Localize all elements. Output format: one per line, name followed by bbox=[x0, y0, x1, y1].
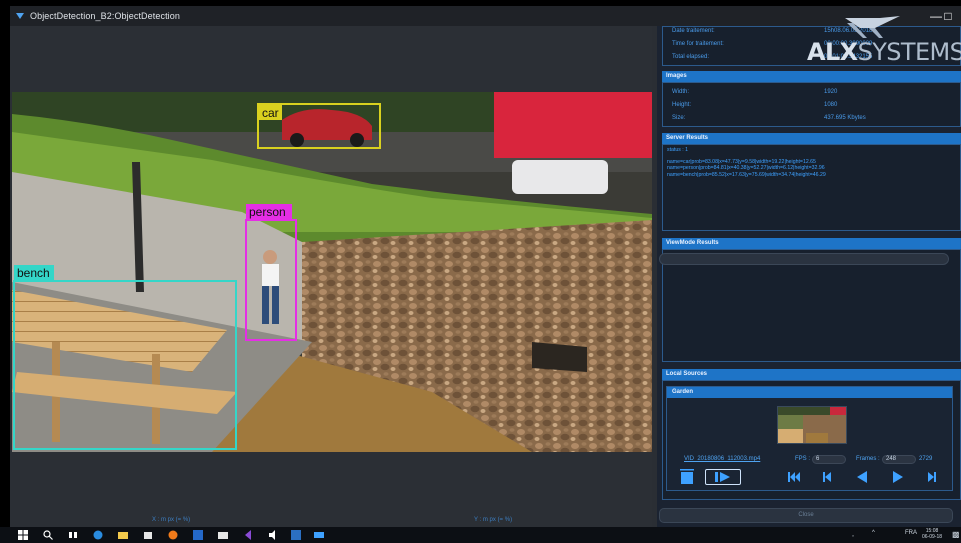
tray-icons[interactable]: ^ bbox=[872, 530, 875, 536]
rewind-button[interactable] bbox=[854, 469, 870, 485]
edge-icon[interactable] bbox=[93, 530, 103, 540]
x-coordinate-readout: X : m px (= %) bbox=[152, 517, 191, 523]
window-title: ObjectDetection_B2:ObjectDetection bbox=[30, 11, 180, 21]
skip-to-start-button[interactable] bbox=[786, 469, 802, 485]
next-frame-button[interactable] bbox=[924, 469, 940, 485]
viewmode-results-header: ViewMode Results bbox=[662, 238, 961, 249]
local-sources-header: Local Sources bbox=[662, 369, 961, 380]
video-area: car person bench X : m px (= %) Y : m px… bbox=[10, 26, 652, 527]
stop-button[interactable] bbox=[679, 469, 695, 485]
height-label: Height: bbox=[672, 102, 692, 108]
previous-frame-icon bbox=[823, 472, 831, 482]
server-results-header: Server Results bbox=[662, 133, 961, 144]
skip-to-start-icon bbox=[788, 472, 800, 482]
firefox-icon[interactable] bbox=[168, 530, 178, 540]
play-pause-button[interactable] bbox=[705, 469, 741, 485]
fps-input[interactable]: 6 bbox=[812, 455, 846, 464]
bluetooth-icon[interactable] bbox=[193, 530, 203, 540]
server-results-section: status : 1 name=car|prob=83.08|x=47.73|y… bbox=[662, 144, 961, 231]
screen: ObjectDetection_B2:ObjectDetection — □ c… bbox=[0, 0, 961, 543]
frames-total: 2729 bbox=[919, 456, 933, 462]
visual-studio-icon[interactable] bbox=[243, 530, 253, 540]
video-scene: car person bench bbox=[12, 92, 652, 452]
garden-source-card: Garden VID_20180806_112003.mp4 FPS : 6 F… bbox=[666, 386, 953, 491]
app-icon bbox=[16, 13, 24, 19]
taskbar: ‸ ^ FRA 15:08 06-09-18 ▩ bbox=[0, 527, 961, 543]
person-detection-label: person bbox=[249, 205, 286, 219]
previous-frame-button[interactable] bbox=[819, 469, 835, 485]
viewmode-results-section bbox=[662, 249, 961, 362]
logo-wordmark: ALXSYSTEMS bbox=[807, 38, 961, 66]
rewind-icon bbox=[857, 471, 867, 483]
video-frame: car person bench bbox=[12, 92, 652, 452]
clock[interactable]: 15:08 06-09-18 bbox=[922, 528, 942, 540]
fps-label: FPS : bbox=[795, 456, 811, 462]
app-window: car person bench X : m px (= %) Y : m px… bbox=[10, 26, 961, 527]
frames-input[interactable]: 248 bbox=[882, 455, 916, 464]
size-label: Size: bbox=[672, 115, 686, 121]
forward-button[interactable] bbox=[890, 469, 906, 485]
language-indicator[interactable]: FRA bbox=[905, 530, 917, 536]
elapsed-label: Total elapsed: bbox=[672, 54, 710, 60]
windows-start-icon[interactable] bbox=[18, 530, 28, 540]
mail-icon[interactable] bbox=[218, 530, 228, 540]
search-icon[interactable] bbox=[43, 530, 53, 540]
frames-label: Frames : bbox=[856, 456, 880, 462]
video-filename-link[interactable]: VID_20180806_112003.mp4 bbox=[684, 456, 760, 462]
sound-icon[interactable] bbox=[268, 530, 278, 540]
bench-detection-label: bench bbox=[17, 266, 50, 280]
notifications-icon[interactable]: ‸ bbox=[852, 530, 854, 537]
store-icon[interactable] bbox=[143, 530, 153, 540]
forward-icon bbox=[893, 471, 903, 483]
width-value: 1920 bbox=[824, 89, 838, 95]
size-value: 437.695 Kbytes bbox=[824, 115, 866, 121]
video-thumbnail[interactable] bbox=[777, 406, 847, 444]
time-label: Time for traitement: bbox=[672, 41, 724, 47]
task-view-icon[interactable] bbox=[68, 530, 78, 540]
width-label: Width: bbox=[672, 89, 690, 95]
images-section: Width: 1920 Height: 1080 Size: 437.695 K… bbox=[662, 82, 961, 127]
viewmode-dropdown[interactable] bbox=[659, 253, 949, 265]
settings-icon[interactable] bbox=[291, 530, 301, 540]
garden-header: Garden bbox=[667, 387, 952, 398]
play-pause-icon bbox=[715, 472, 730, 482]
close-button[interactable]: Close bbox=[659, 508, 953, 523]
app-icon[interactable] bbox=[314, 530, 324, 540]
height-value: 1080 bbox=[824, 102, 838, 108]
y-coordinate-readout: Y : m px (= %) bbox=[474, 517, 513, 523]
car-detection-label: car bbox=[262, 106, 279, 120]
date-label: Date traitement: bbox=[672, 28, 715, 34]
file-explorer-icon[interactable] bbox=[118, 530, 128, 540]
images-section-header: Images bbox=[662, 71, 961, 82]
stop-icon bbox=[680, 469, 694, 484]
action-center-icon[interactable]: ▩ bbox=[952, 530, 960, 539]
server-status: status : 1 bbox=[667, 147, 689, 153]
next-frame-icon bbox=[928, 472, 936, 482]
result-line-bench: name=bench|prob=85.52|x=17.63|y=75.69|wi… bbox=[667, 171, 826, 178]
